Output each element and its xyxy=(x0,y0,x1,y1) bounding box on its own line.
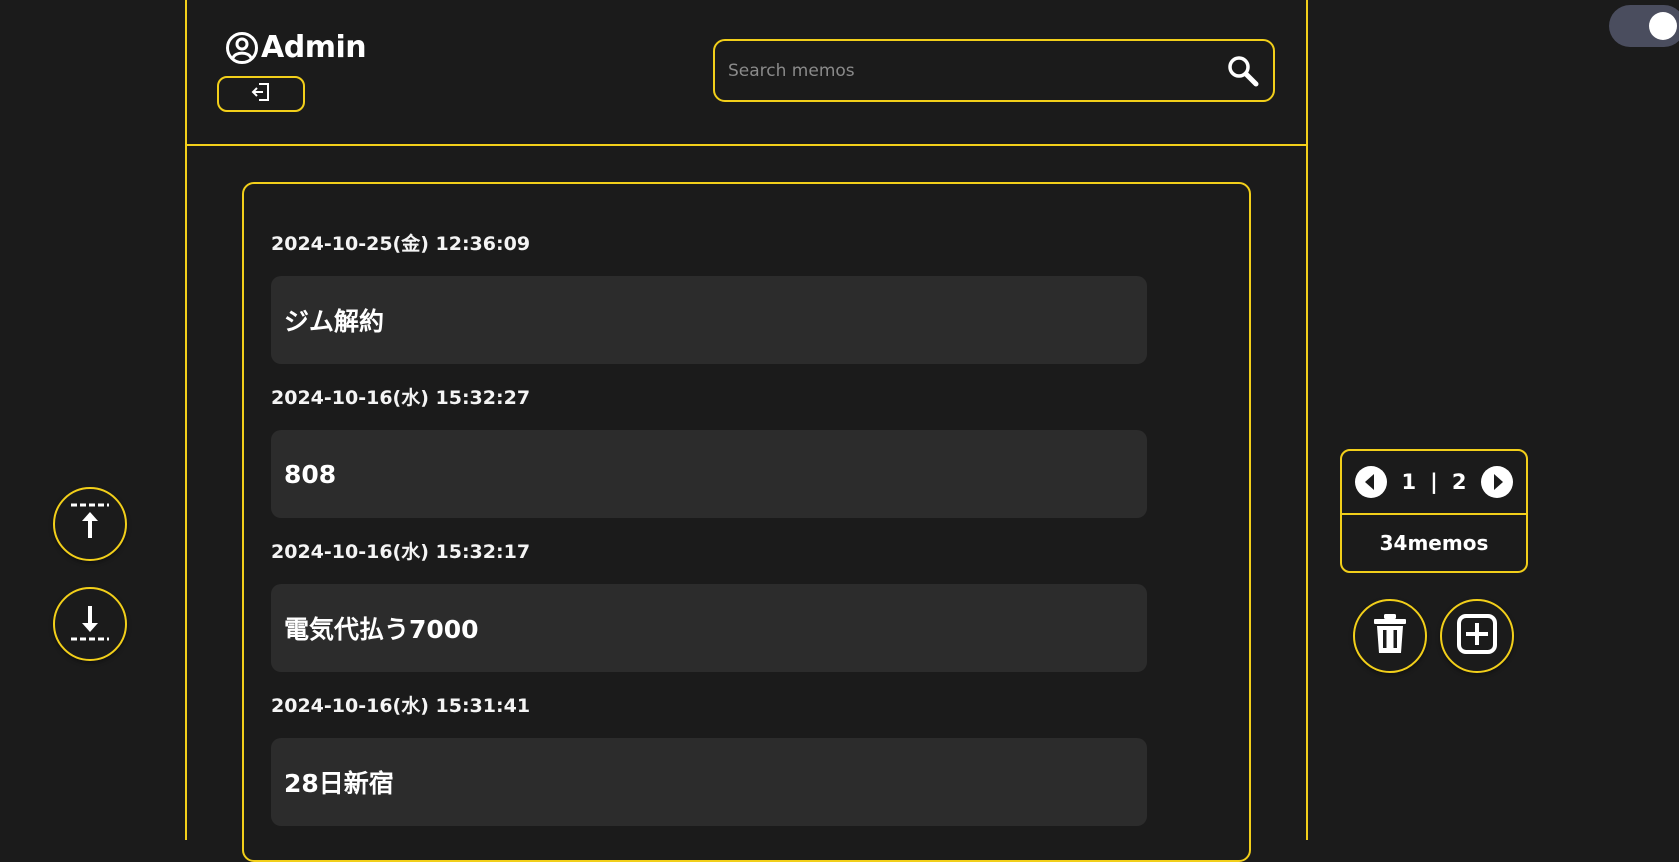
prev-page-icon[interactable] xyxy=(1354,465,1388,499)
page-separator: | xyxy=(1430,470,1438,494)
toggle-knob xyxy=(1649,12,1677,40)
memo-item[interactable]: 電気代払う7000 xyxy=(271,584,1147,672)
search-input[interactable] xyxy=(715,41,1225,100)
memo-item[interactable]: 28日新宿 xyxy=(271,738,1147,826)
search-icon[interactable] xyxy=(1225,53,1261,89)
scroll-bottom-icon xyxy=(68,600,112,648)
logout-icon xyxy=(250,81,272,107)
memo-count: 34memos xyxy=(1379,531,1489,555)
next-page-icon[interactable] xyxy=(1480,465,1514,499)
memo-item[interactable]: 808 xyxy=(271,430,1147,518)
memo-date: 2024-10-16(水) 15:32:17 xyxy=(271,541,531,563)
add-square-icon xyxy=(1455,612,1499,660)
user-name: Admin xyxy=(261,30,367,65)
trash-icon xyxy=(1370,612,1410,660)
theme-toggle[interactable] xyxy=(1609,5,1679,47)
user-info: Admin xyxy=(225,30,367,65)
memo-list: 2024-10-25(金) 12:36:09 ジム解約 2024-10-16(水… xyxy=(242,182,1251,862)
memo-item[interactable]: ジム解約 xyxy=(271,276,1147,364)
pagination: 1 | 2 34memos xyxy=(1340,449,1528,573)
search-box xyxy=(713,39,1275,102)
add-memo-button[interactable] xyxy=(1440,599,1514,673)
scroll-bottom-button[interactable] xyxy=(53,587,127,661)
scroll-top-button[interactable] xyxy=(53,487,127,561)
total-pages: 2 xyxy=(1451,470,1467,494)
logout-button[interactable] xyxy=(217,76,305,112)
app-header: Admin xyxy=(185,0,1308,146)
current-page: 1 xyxy=(1401,470,1417,494)
delete-button[interactable] xyxy=(1353,599,1427,673)
memo-date: 2024-10-16(水) 15:32:27 xyxy=(271,387,531,409)
pagination-controls: 1 | 2 xyxy=(1342,451,1526,515)
user-circle-icon xyxy=(225,31,259,65)
scroll-top-icon xyxy=(68,500,112,548)
memo-date: 2024-10-25(金) 12:36:09 xyxy=(271,233,531,255)
memo-date: 2024-10-16(水) 15:31:41 xyxy=(271,695,531,717)
